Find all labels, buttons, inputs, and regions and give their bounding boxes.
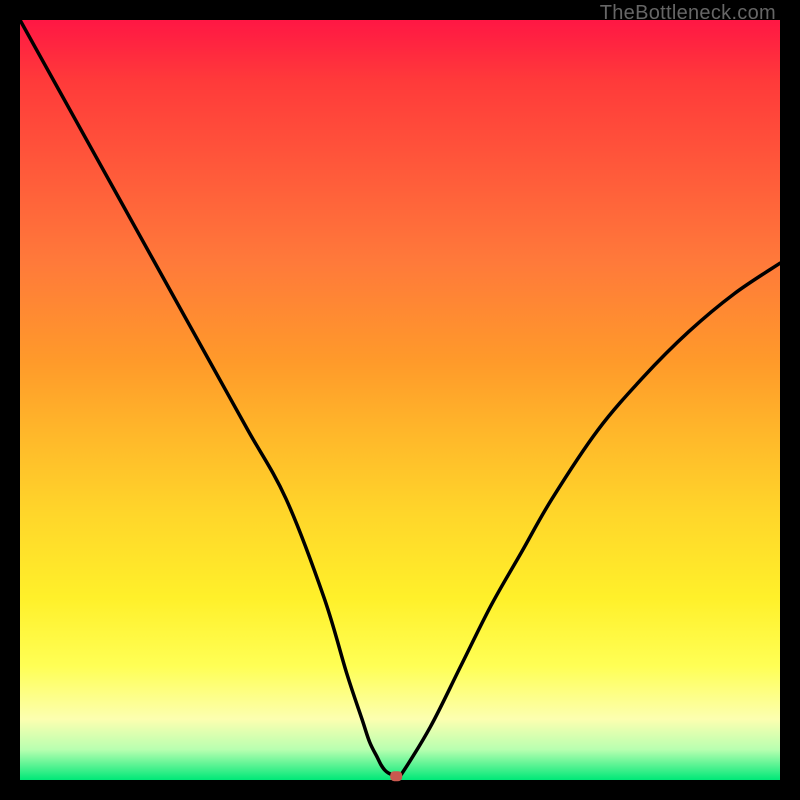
plot-area <box>20 20 780 780</box>
watermark-text: TheBottleneck.com <box>600 2 776 25</box>
bottleneck-curve <box>20 20 780 780</box>
minimum-marker <box>390 771 402 781</box>
chart-frame: TheBottleneck.com <box>0 0 800 800</box>
